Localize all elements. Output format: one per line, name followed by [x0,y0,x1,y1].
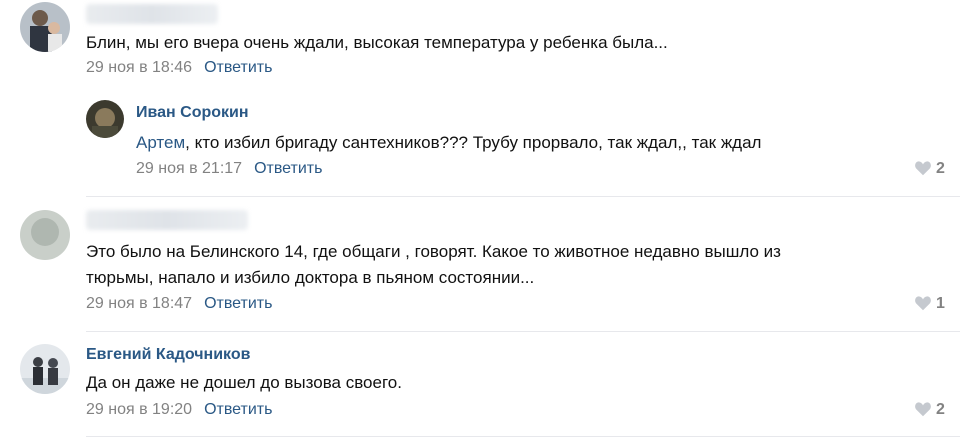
avatar[interactable] [20,344,70,394]
like-count: 1 [936,295,945,312]
like-count: 2 [936,160,945,177]
heart-icon [915,402,931,417]
reply-button[interactable]: Ответить [204,59,272,76]
comment-body: , кто избил бригаду сантехников??? Трубу… [185,133,762,152]
reply-button[interactable]: Ответить [204,401,272,418]
comment-text-line-2: тюрьмы, напало и избило доктора в пьяном… [86,268,535,287]
separator [86,196,960,197]
comment-date[interactable]: 29 ноя в 18:46 [86,59,192,76]
comment-meta: 29 ноя в 18:47 Ответить [86,295,272,313]
like-button[interactable]: 2 [914,160,945,178]
comment-text: Блин, мы его вчера очень ждали, высокая … [86,33,668,52]
mention-link[interactable]: Артем [136,133,185,152]
like-button[interactable]: 1 [914,295,945,313]
comment-text: Артем, кто избил бригаду сантехников??? … [136,131,761,155]
comment-text: Да он даже не дошел до вызова своего. [86,373,402,392]
author-name-blurred[interactable] [86,210,248,230]
author-name[interactable]: Иван Сорокин [136,104,249,122]
heart-icon [915,161,931,176]
reply-button[interactable]: Ответить [254,160,322,177]
author-name-blurred[interactable] [86,4,218,24]
comment-text-line-1: Это было на Белинского 14, где общаги , … [86,242,781,261]
separator [86,331,960,332]
comment-date[interactable]: 29 ноя в 21:17 [136,160,242,177]
like-button[interactable]: 2 [914,401,945,419]
separator [86,436,960,437]
reply-button[interactable]: Ответить [204,295,272,312]
comment-meta: 29 ноя в 19:20 Ответить [86,401,272,419]
heart-icon [915,296,931,311]
avatar[interactable] [86,100,124,138]
like-count: 2 [936,401,945,418]
avatar[interactable] [20,2,70,52]
author-name[interactable]: Евгений Кадочников [86,346,250,364]
comment-meta: 29 ноя в 18:46 Ответить [86,59,272,77]
comment-date[interactable]: 29 ноя в 18:47 [86,295,192,312]
comment-date[interactable]: 29 ноя в 19:20 [86,401,192,418]
avatar[interactable] [20,210,70,260]
comment-meta: 29 ноя в 21:17 Ответить [136,160,322,178]
